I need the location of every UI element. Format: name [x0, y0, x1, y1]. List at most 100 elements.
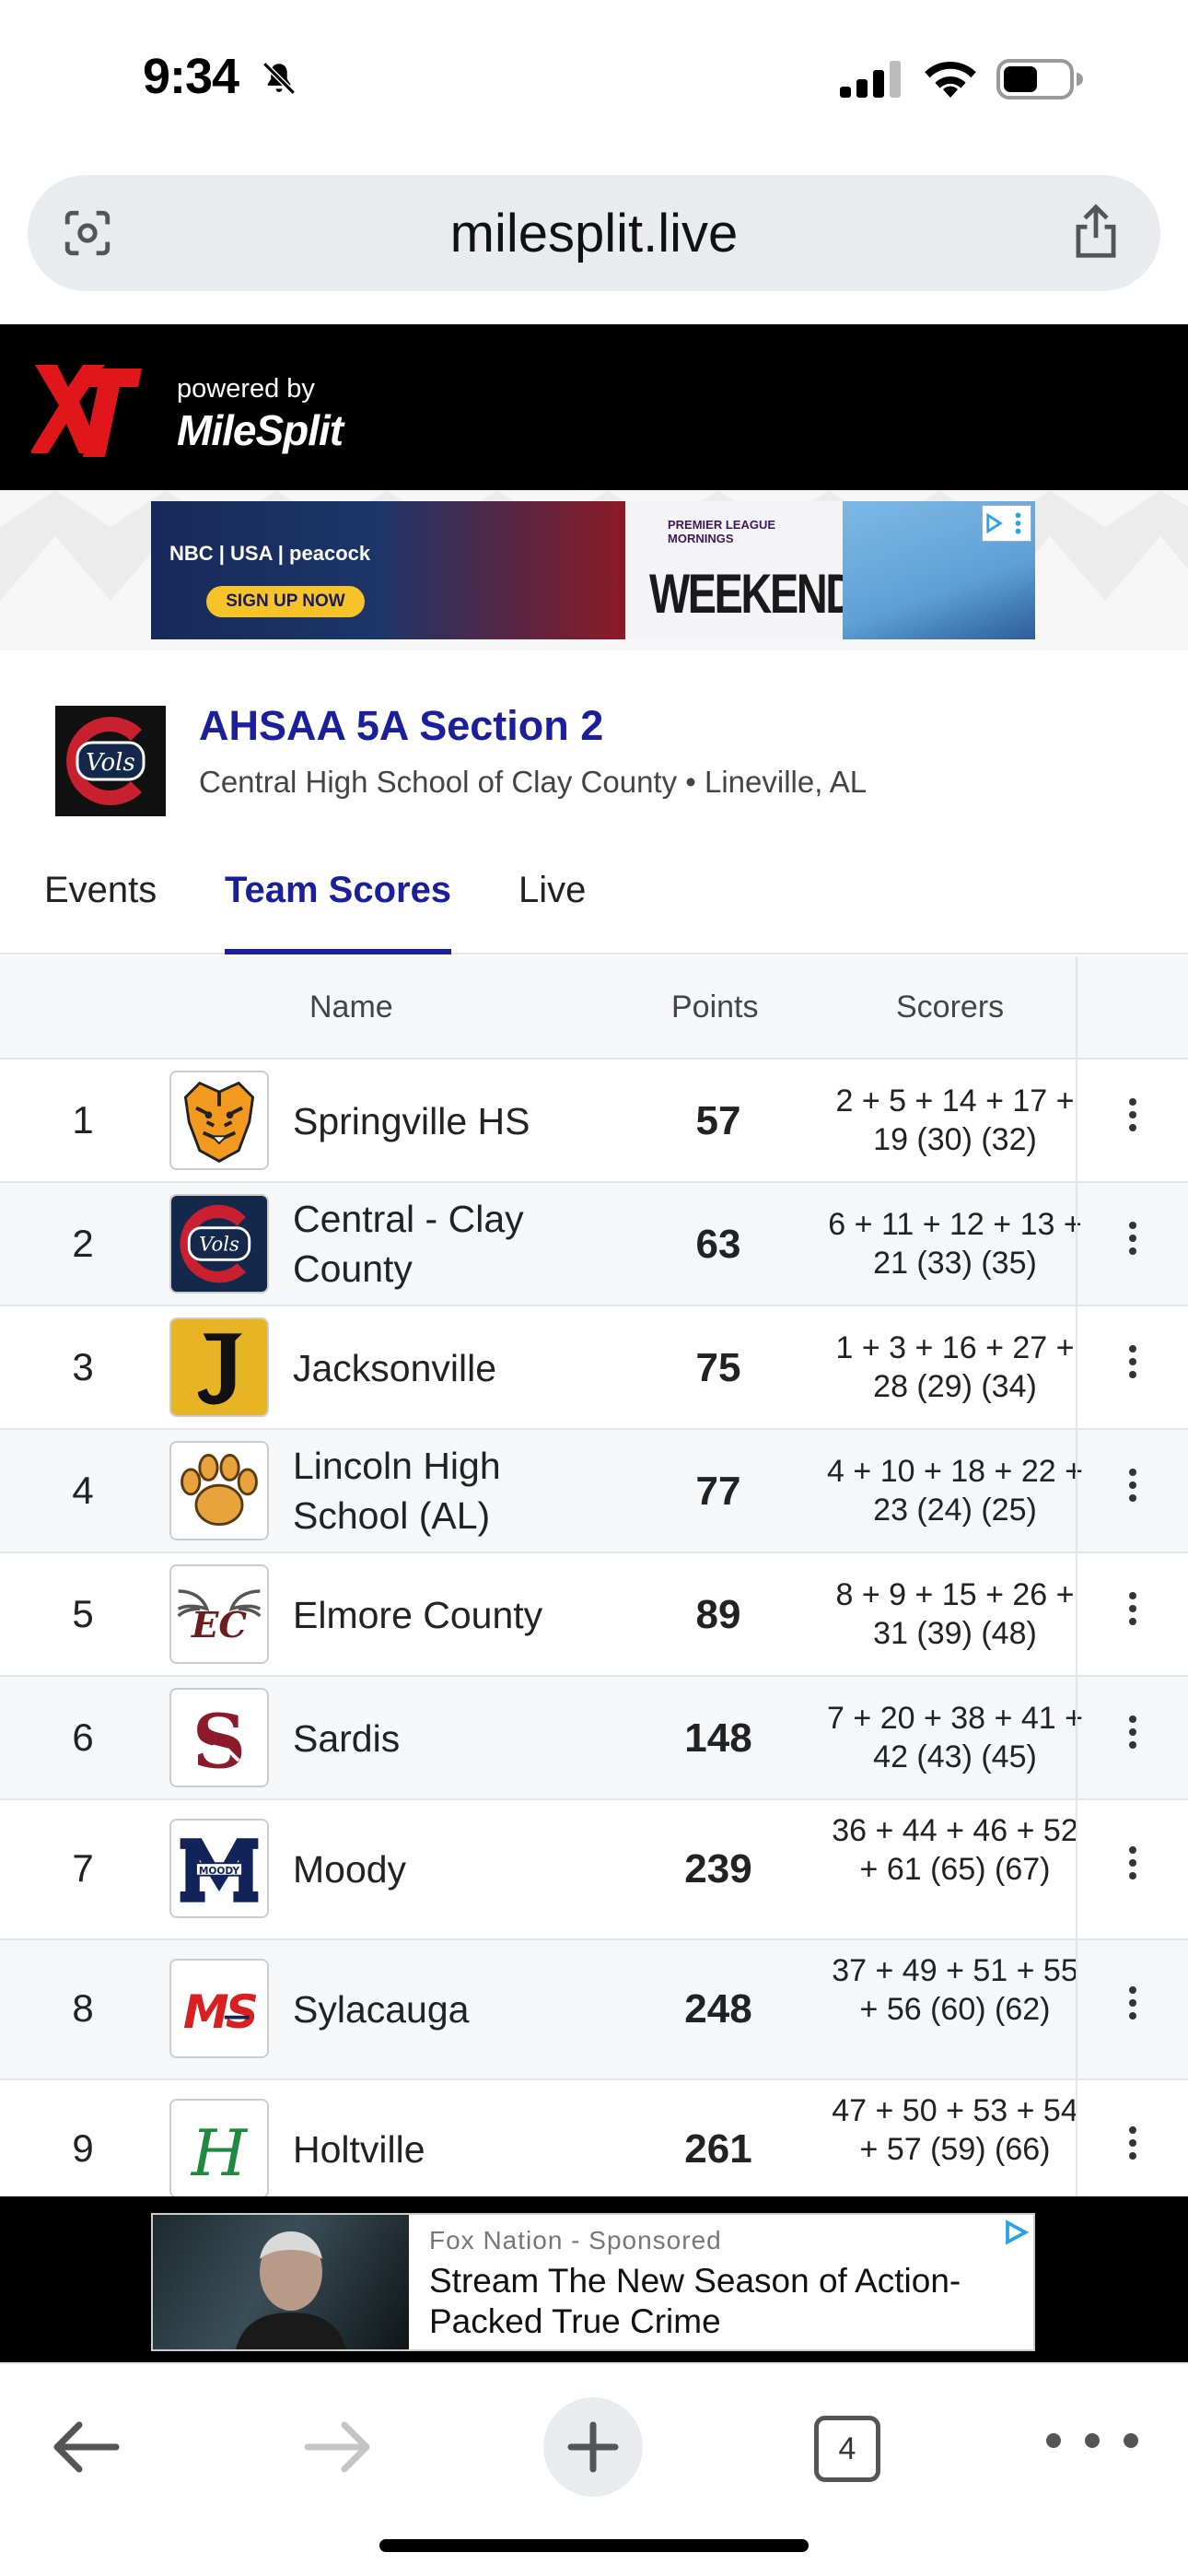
tabs-button[interactable]: 4: [814, 2416, 880, 2482]
column-header-scorers: Scorers: [896, 989, 1005, 1025]
rank: 8: [72, 1986, 94, 2030]
wifi-icon: [925, 61, 976, 98]
powered-by-label: powered by: [177, 374, 315, 404]
url-text[interactable]: milesplit.live: [28, 203, 1160, 264]
row-more-icon[interactable]: [1105, 2121, 1160, 2176]
new-tab-button[interactable]: [543, 2397, 643, 2497]
bottom-ad-banner[interactable]: Fox Nation - Sponsored Stream The New Se…: [151, 2213, 1035, 2351]
milesplit-logo[interactable]: MileSplit: [177, 405, 344, 455]
svg-text:H: H: [190, 2117, 249, 2191]
column-divider: [1076, 1430, 1077, 1551]
ad-brand-line: NBC | USA | peacock: [169, 542, 371, 565]
team-scorers: 2 + 5 + 14 + 17 + 19 (30) (32): [835, 1083, 1075, 1157]
team-points: 248: [684, 1986, 752, 2032]
table-row[interactable]: 4 Lincoln High School (AL) 77 4 + 10 + 1…: [0, 1430, 1188, 1553]
team-points: 239: [684, 1846, 752, 1891]
team-points: 57: [695, 1098, 741, 1143]
table-row[interactable]: 7 MOODY Moody 239 36 + 44 + 46 + 52 + 61…: [0, 1800, 1188, 1940]
adchoices-icon[interactable]: [982, 505, 1031, 542]
j-logo: [169, 1317, 269, 1417]
team-name[interactable]: Lincoln High School (AL): [293, 1441, 597, 1540]
team-name[interactable]: Springville HS: [293, 1096, 597, 1146]
svg-text:Vols: Vols: [86, 749, 135, 777]
team-scorers: 36 + 44 + 46 + 52 + 61 (65) (67): [832, 1813, 1078, 1887]
team-name[interactable]: Moody: [293, 1844, 597, 1894]
column-header-name[interactable]: Name: [309, 989, 393, 1025]
row-more-icon[interactable]: [1105, 1216, 1160, 1271]
table-row[interactable]: 1 Springville HS 57 2 + 5 + 14 + 17 + 19…: [0, 1060, 1188, 1183]
team-name[interactable]: Sylacauga: [293, 1985, 597, 2034]
column-divider: [1076, 1183, 1077, 1305]
ad-middle-panel: PREMIER LEAGUE MORNINGS WEEKENDS: [625, 501, 883, 639]
team-points: 77: [695, 1469, 741, 1514]
team-scorers: 6 + 11 + 12 + 13 + 21 (33) (35): [828, 1207, 1082, 1281]
row-more-icon[interactable]: [1105, 1093, 1160, 1148]
home-indicator[interactable]: [379, 2539, 809, 2552]
column-divider: [1076, 1553, 1077, 1675]
battery-icon: [996, 59, 1083, 100]
rank: 4: [72, 1469, 94, 1512]
row-more-icon[interactable]: [1105, 1981, 1160, 2036]
tab-events[interactable]: Events: [44, 870, 157, 911]
vols-logo: Vols: [169, 1194, 269, 1294]
bottom-ad-band: Fox Nation - Sponsored Stream The New Se…: [0, 2196, 1188, 2362]
table-row[interactable]: 3 Jacksonville 75 1 + 3 + 16 + 27 + 28 (…: [0, 1306, 1188, 1430]
row-more-icon[interactable]: [1105, 1710, 1160, 1765]
team-name[interactable]: Holtville: [293, 2125, 597, 2174]
signal-icon: [840, 61, 901, 98]
forward-arrow-icon[interactable]: [304, 2421, 370, 2473]
active-tab-indicator: [225, 949, 451, 954]
svg-text:S: S: [192, 1699, 246, 1786]
more-icon[interactable]: [1046, 2427, 1138, 2454]
team-scorers: 7 + 20 + 38 + 41 + 42 (43) (45): [827, 1701, 1083, 1774]
adchoices-icon[interactable]: [1002, 2219, 1030, 2246]
column-divider: [1076, 2080, 1077, 2196]
team-points: 148: [684, 1715, 752, 1761]
rank: 7: [72, 1846, 94, 1890]
team-scorers: 47 + 50 + 53 + 54 + 57 (59) (66): [832, 2093, 1078, 2167]
status-bar: 9:34: [0, 0, 1188, 161]
table-row[interactable]: 6 S Sardis 148 7 + 20 + 38 + 41 + 42 (43…: [0, 1677, 1188, 1800]
table-row[interactable]: 2 Vols Central - Clay County 63 6 + 11 +…: [0, 1183, 1188, 1306]
team-name[interactable]: Sardis: [293, 1714, 597, 1763]
ad-headline: WEEKENDS: [648, 563, 883, 625]
s-lion-logo: S: [169, 1688, 269, 1787]
ms-logo: MS: [169, 1959, 269, 2058]
ad-sponsor-line: Fox Nation - Sponsored: [429, 2226, 722, 2254]
row-more-icon[interactable]: [1105, 1841, 1160, 1896]
tab-team-scores[interactable]: Team Scores: [225, 870, 451, 911]
meet-host-logo: Vols: [55, 706, 166, 816]
team-name[interactable]: Elmore County: [293, 1590, 597, 1640]
column-divider: [1076, 1060, 1077, 1181]
back-arrow-icon[interactable]: [53, 2421, 120, 2473]
table-row[interactable]: 8 MS Sylacauga 248 37 + 49 + 51 + 55 + 5…: [0, 1940, 1188, 2080]
meet-title[interactable]: AHSAA 5A Section 2: [199, 702, 603, 750]
share-icon[interactable]: [1070, 203, 1122, 260]
ad-signup-button[interactable]: SIGN UP NOW: [206, 586, 365, 617]
column-divider: [1076, 1306, 1077, 1428]
status-time: 9:34: [143, 49, 239, 104]
top-ad-banner[interactable]: NBC | USA | peacock SIGN UP NOW PREMIER …: [151, 501, 1035, 639]
xt-logo[interactable]: [31, 357, 142, 461]
row-more-icon[interactable]: [1105, 1463, 1160, 1518]
svg-text:EC: EC: [191, 1605, 247, 1646]
tab-bar: Events Team Scores Live: [0, 857, 1188, 954]
column-divider: [1076, 1800, 1077, 1938]
ad-text[interactable]: Stream The New Season of Action-Packed T…: [429, 2261, 1000, 2342]
address-bar[interactable]: milesplit.live: [28, 175, 1160, 291]
svg-text:MOODY: MOODY: [199, 1866, 240, 1877]
row-more-icon[interactable]: [1105, 1340, 1160, 1395]
team-scores-table: Name Points Scorers 1 Springville HS 57 …: [0, 956, 1188, 2196]
team-name[interactable]: Central - Clay County: [293, 1194, 597, 1294]
column-header-points[interactable]: Points: [671, 989, 759, 1025]
tab-live[interactable]: Live: [518, 870, 586, 911]
team-scorers: 4 + 10 + 18 + 22 + 23 (24) (25): [827, 1454, 1083, 1528]
team-points: 63: [695, 1222, 741, 1267]
table-row[interactable]: 9 H Holtville 261 47 + 50 + 53 + 54 + 57…: [0, 2080, 1188, 2196]
table-row[interactable]: 5 EC Elmore County 89 8 + 9 + 15 + 26 + …: [0, 1553, 1188, 1677]
row-more-icon[interactable]: [1105, 1587, 1160, 1642]
column-divider: [1076, 1677, 1077, 1798]
site-header: powered by MileSplit: [0, 324, 1188, 490]
team-name[interactable]: Jacksonville: [293, 1343, 597, 1393]
paw-logo: [169, 1441, 269, 1540]
